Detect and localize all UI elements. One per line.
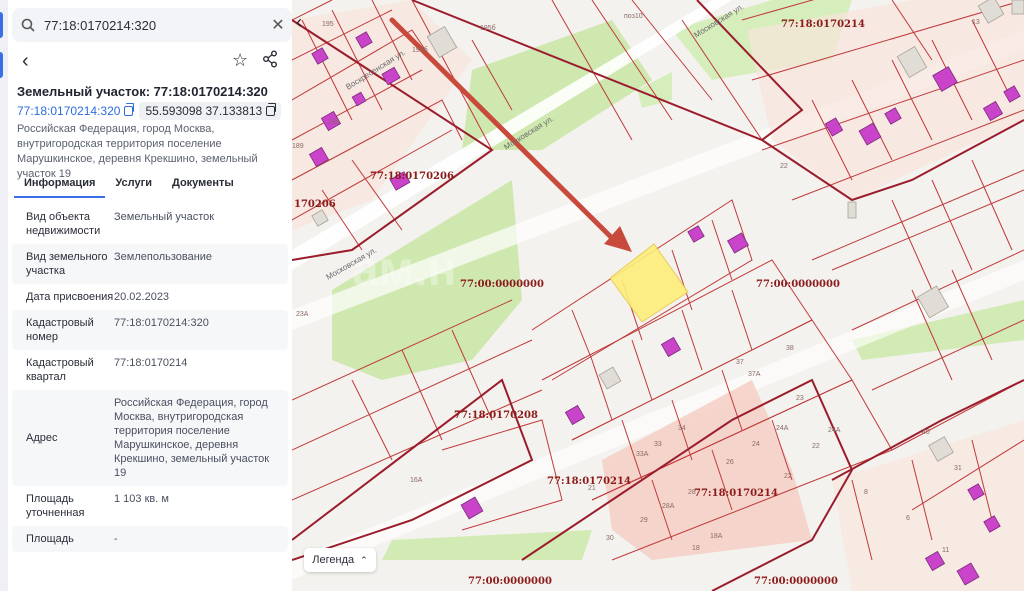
identifier-chips: 77:18:0170214:320 55.593098 37.133813: [17, 102, 282, 120]
left-edge-strip: [0, 0, 8, 591]
house-number: 8: [864, 489, 868, 496]
quarter-label: 77:18:0170214: [781, 19, 865, 30]
house-number: 13: [972, 19, 980, 26]
house-number: 18: [692, 545, 700, 552]
row-key: Площадь уточненная: [26, 493, 85, 519]
quarter-label: 77:00:0000000: [754, 576, 838, 587]
table-row: Вид земельного участка Землепользование: [12, 244, 288, 284]
row-value: Землепользование: [114, 251, 213, 263]
quarter-label: 77:00:0000000: [460, 279, 544, 290]
row-value: 20.02.2023: [114, 291, 170, 303]
house-number: 189: [292, 143, 304, 150]
tab-services[interactable]: Услуги: [105, 172, 162, 198]
row-value: 77:18:0170214: [114, 357, 188, 369]
quarter-label: 77:18:0170206: [370, 171, 454, 182]
quarter-label: 77:00:0000000: [468, 576, 552, 587]
row-key: Вид объекта недвижимости: [26, 211, 101, 237]
house-number: 194б: [412, 46, 428, 54]
cadastral-map[interactable]: ам.н 77:18:0170214 77:18:0170206 170206 …: [292, 0, 1024, 591]
coordinates-chip[interactable]: 55.593098 37.133813: [139, 102, 282, 120]
house-number: 6: [906, 515, 910, 522]
search-icon: [12, 8, 44, 42]
table-row: Площадь -: [12, 526, 288, 552]
copy-icon[interactable]: [266, 103, 277, 116]
share-icon[interactable]: [262, 50, 278, 73]
row-value: -: [114, 533, 118, 545]
house-number: 195: [322, 21, 334, 28]
row-key: Адрес: [26, 432, 58, 444]
house-number: 23: [796, 395, 804, 402]
row-value: 1 103 кв. м: [114, 493, 169, 505]
coordinates-text: 55.593098 37.133813: [145, 104, 263, 118]
quarter-label: 77:18:0170208: [454, 410, 538, 421]
info-panel: 77:18:0170214:320 ✕ ‹ ☆ Земельный участо…: [8, 0, 292, 591]
house-number: 29: [640, 517, 648, 524]
legend-label: Легенда: [312, 554, 355, 566]
house-number: 34: [678, 425, 686, 432]
search-input[interactable]: 77:18:0170214:320: [44, 18, 264, 33]
house-number: 31: [954, 465, 962, 472]
cadastral-number-text: 77:18:0170214:320: [17, 104, 121, 118]
house-number: 33A: [636, 451, 649, 458]
house-number: 24A: [776, 425, 789, 432]
tab-documents[interactable]: Документы: [162, 172, 244, 198]
page-title: Земельный участок: 77:18:0170214:320: [17, 84, 268, 99]
nav-indicator[interactable]: [0, 52, 3, 78]
row-key: Вид земельного участка: [26, 251, 108, 277]
table-row: Кадастровый квартал 77:18:0170214: [12, 350, 288, 390]
table-row: Дата присвоения 20.02.2023: [12, 284, 288, 310]
row-key: Дата присвоения: [26, 291, 114, 303]
nav-indicator[interactable]: [0, 12, 3, 38]
house-number: 22: [780, 163, 788, 170]
back-button[interactable]: ‹: [22, 50, 29, 73]
house-number: 30: [606, 535, 614, 542]
house-number: 37: [736, 359, 744, 366]
house-number: 40: [922, 429, 930, 436]
search-bar[interactable]: 77:18:0170214:320 ✕: [12, 8, 292, 42]
house-number: 21: [588, 485, 596, 492]
close-icon[interactable]: ✕: [264, 15, 292, 35]
favorite-star-icon[interactable]: ☆: [232, 50, 248, 71]
house-number: 28: [688, 489, 696, 496]
house-number: 22: [812, 443, 820, 450]
house-number: 24: [752, 441, 760, 448]
tab-information[interactable]: Информация: [14, 172, 106, 198]
quarter-label: 77:00:0000000: [756, 279, 840, 290]
house-number: 24A: [828, 427, 841, 434]
house-number: 33: [654, 441, 662, 448]
row-value: 77:18:0170214:320: [114, 317, 209, 329]
map-back-button[interactable]: ‹: [296, 12, 302, 33]
house-number: 16A: [410, 477, 423, 484]
table-row: Адрес Российская Федерация, город Москва,…: [12, 390, 288, 486]
info-table: Вид объекта недвижимости Земельный участо…: [12, 204, 288, 552]
row-value: Российская Федерация, город Москва, внут…: [114, 397, 270, 479]
map-canvas[interactable]: ам.н 77:18:0170214 77:18:0170206 170206 …: [292, 0, 1024, 591]
house-number: 23A: [296, 311, 309, 318]
quarter-label: 77:18:0170214: [694, 488, 778, 499]
copy-icon[interactable]: [124, 103, 135, 116]
table-row: Кадастровый номер 77:18:0170214:320: [12, 310, 288, 350]
row-value: Земельный участок: [114, 211, 215, 223]
house-number: 195б: [480, 24, 496, 32]
house-number: 18A: [710, 533, 723, 540]
house-number: 26: [726, 459, 734, 466]
cadastral-number-link[interactable]: 77:18:0170214:320: [17, 103, 135, 118]
house-number: 38: [786, 345, 794, 352]
chevron-up-icon: ⌃: [360, 554, 368, 565]
row-key: Площадь: [26, 533, 74, 545]
table-row: Площадь уточненная 1 103 кв. м: [12, 486, 288, 526]
house-number: 22: [784, 473, 792, 480]
row-key: Кадастровый номер: [26, 317, 94, 343]
panel-toolbar: ‹ ☆: [8, 48, 292, 74]
tab-bar: Информация Услуги Документы: [8, 172, 292, 198]
house-number: 186: [328, 119, 340, 126]
legend-button[interactable]: Легенда ⌃: [304, 548, 376, 572]
table-row: Вид объекта недвижимости Земельный участо…: [12, 204, 288, 244]
row-key: Кадастровый квартал: [26, 357, 94, 383]
quarter-label: 170206: [294, 199, 336, 210]
house-number: 11: [942, 547, 949, 554]
house-number: 28A: [662, 503, 675, 510]
house-number: поз10: [624, 13, 643, 20]
house-number: 37A: [748, 371, 761, 378]
